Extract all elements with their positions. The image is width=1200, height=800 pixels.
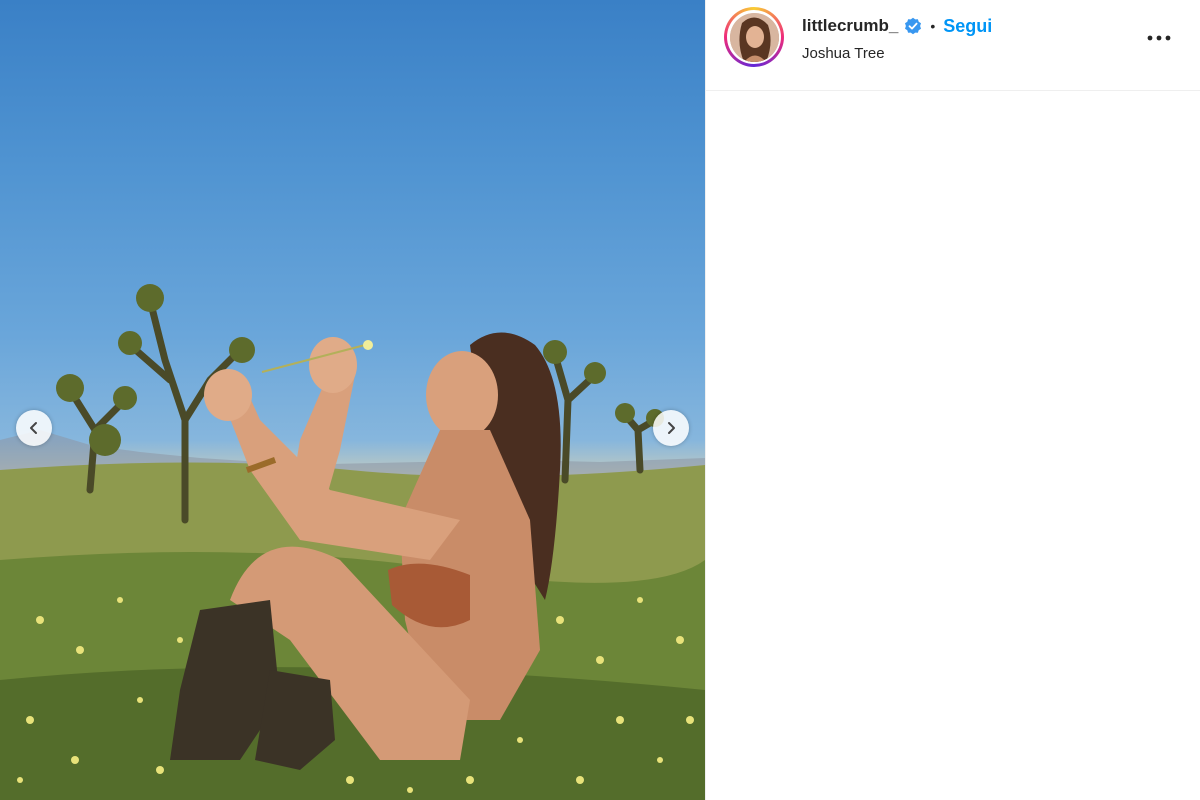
avatar-image [729, 12, 779, 62]
avatar [729, 12, 779, 62]
verified-badge-icon [905, 17, 922, 35]
chevron-left-icon [30, 422, 37, 434]
instagram-post: littlecrumb_ • Segui Joshua Tree [0, 0, 1200, 800]
carousel-prev-button[interactable] [16, 410, 52, 446]
avatar-story-ring[interactable] [724, 7, 784, 67]
post-side-panel: littlecrumb_ • Segui Joshua Tree [705, 0, 1200, 800]
carousel-next-button[interactable] [653, 410, 689, 446]
username[interactable]: littlecrumb_ [802, 16, 898, 36]
author-line: littlecrumb_ • Segui [802, 14, 992, 38]
location-link[interactable]: Joshua Tree [802, 45, 885, 62]
follow-button[interactable]: Segui [943, 16, 992, 37]
chevron-right-icon [668, 422, 675, 434]
more-options-button[interactable] [1144, 26, 1174, 50]
post-header: littlecrumb_ • Segui Joshua Tree [706, 0, 1200, 91]
separator-dot: • [930, 18, 936, 34]
more-horizontal-icon [1147, 35, 1171, 41]
post-photo [0, 284, 705, 800]
post-media[interactable] [0, 0, 705, 800]
avatar-frame [727, 10, 781, 64]
